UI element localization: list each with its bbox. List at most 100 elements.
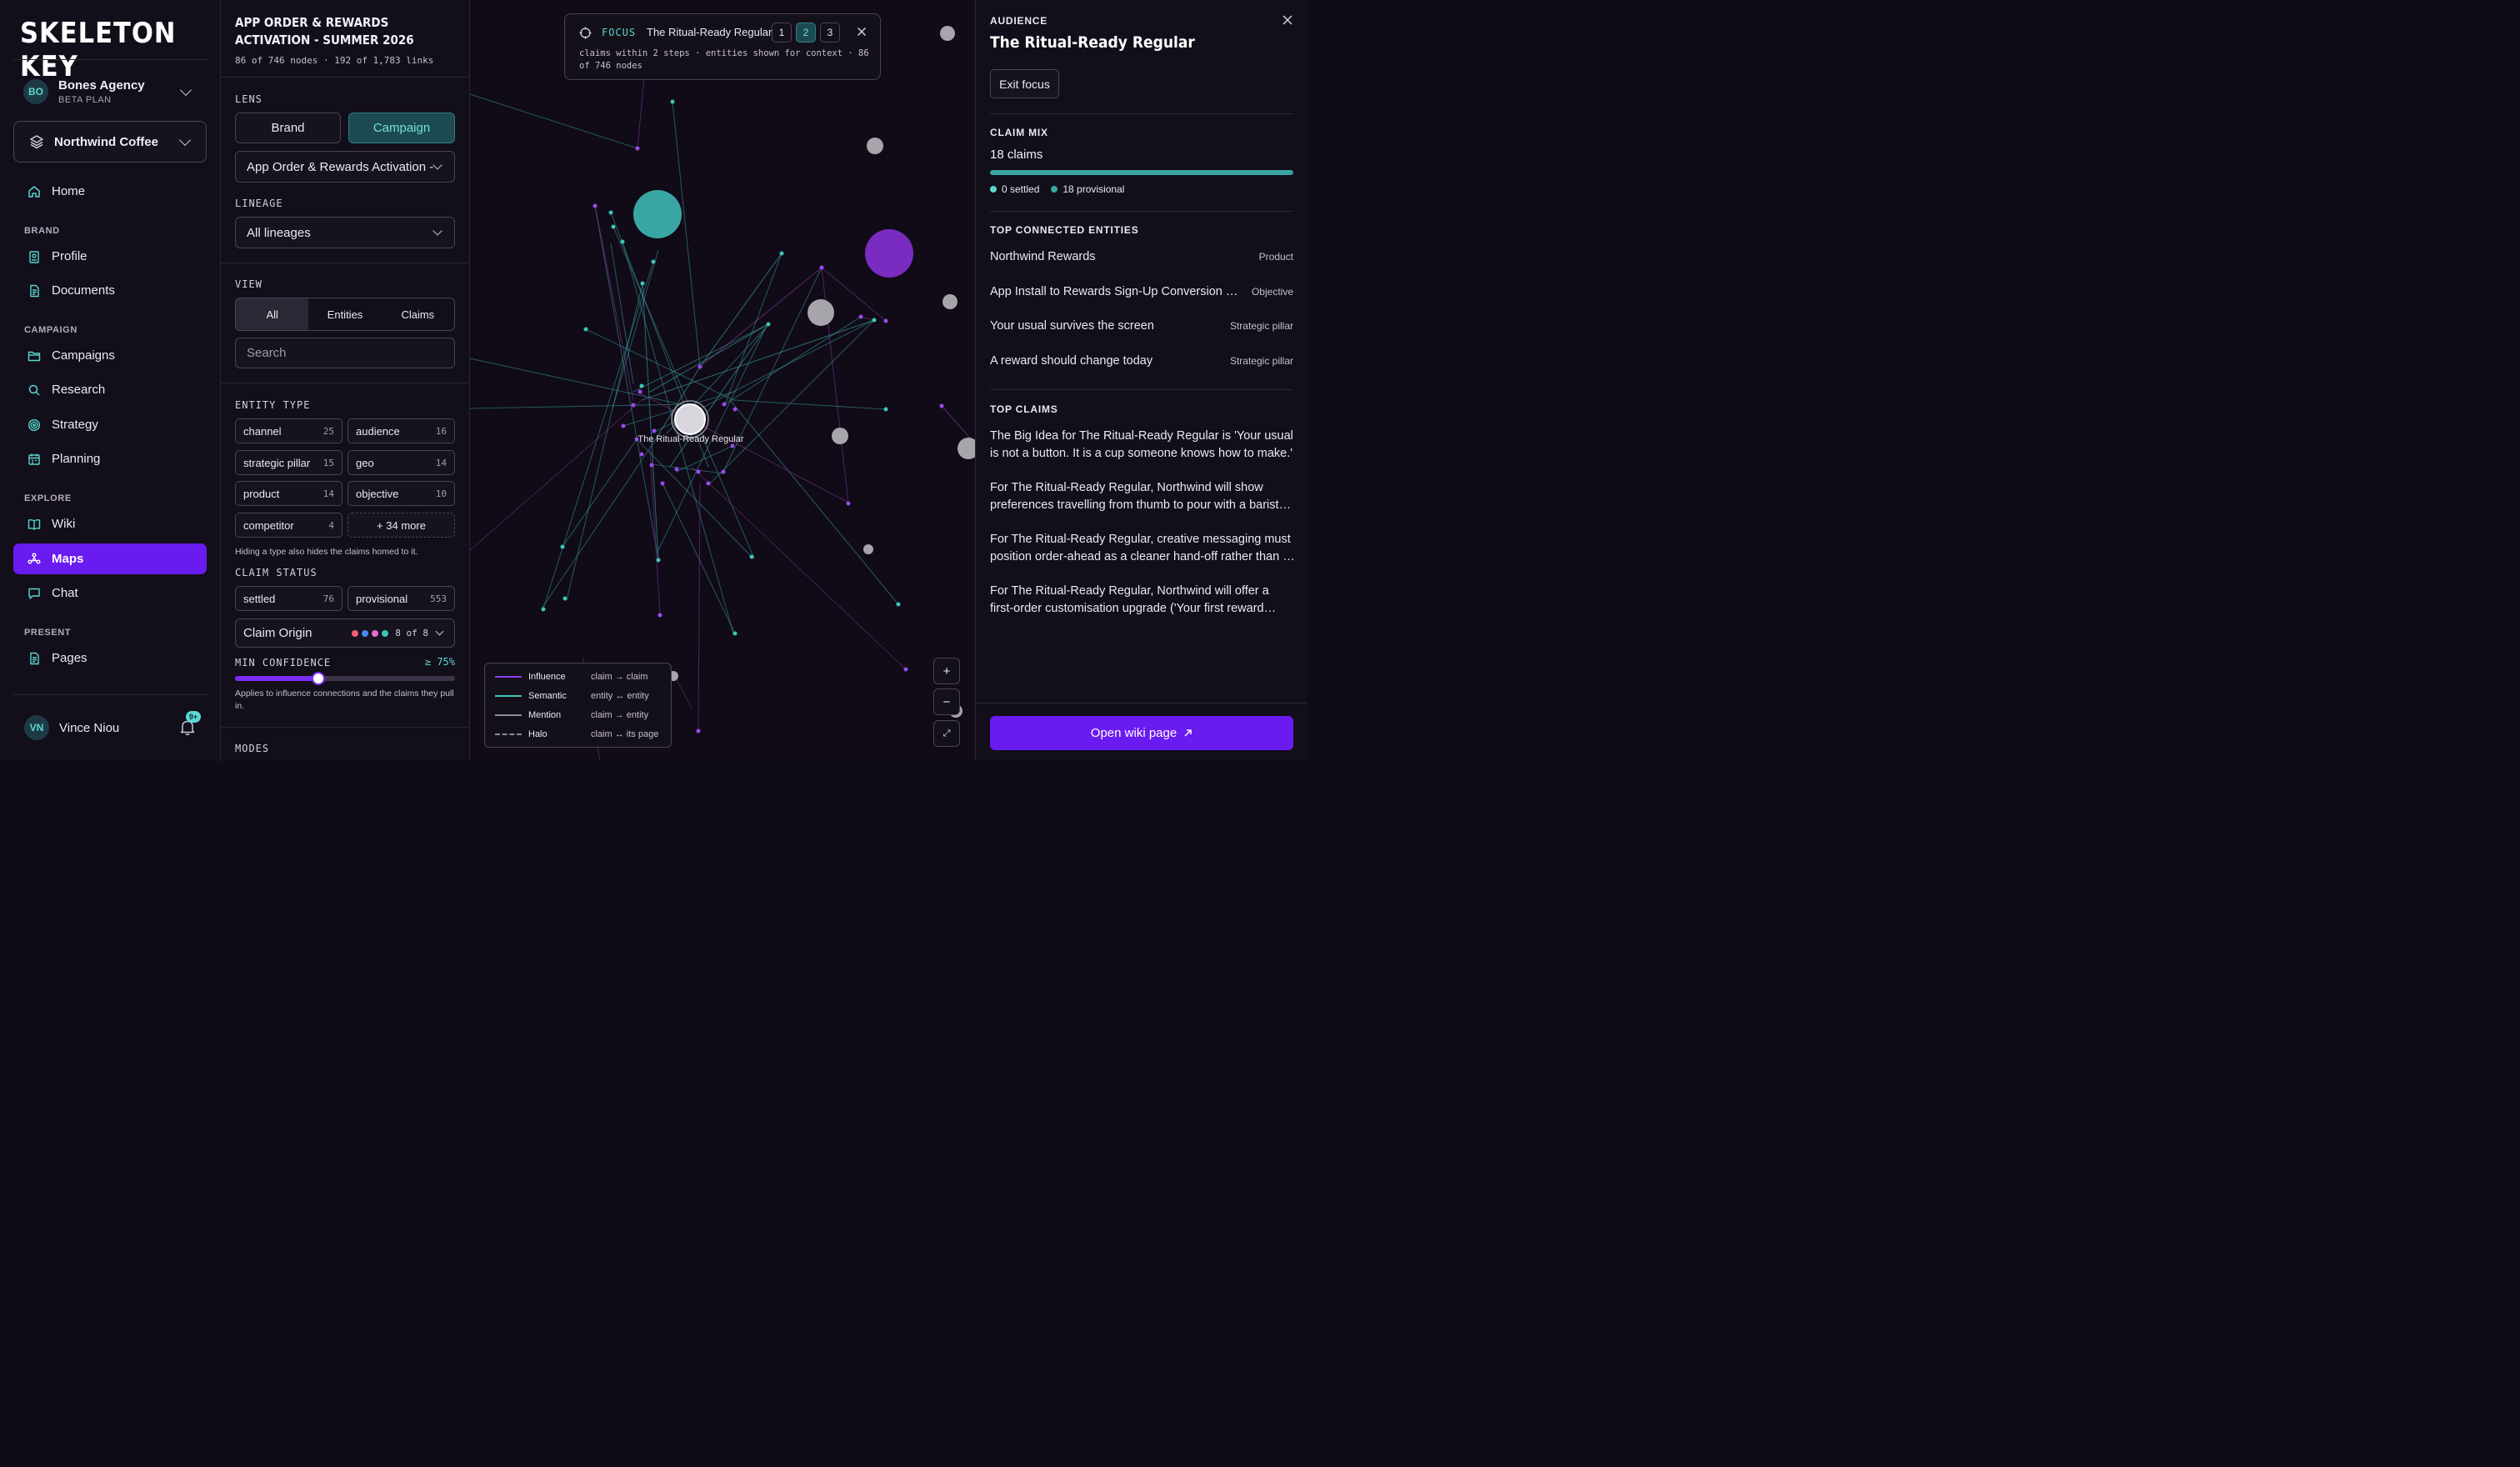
- nav-pages[interactable]: Pages: [13, 643, 207, 673]
- campaign-select[interactable]: App Order & Rewards Activation - Summer …: [235, 151, 455, 183]
- close-icon[interactable]: [1281, 13, 1294, 27]
- entity-type-chip[interactable]: audience 16: [348, 418, 455, 443]
- graph-node[interactable]: [819, 265, 824, 270]
- nav-chat[interactable]: Chat: [13, 578, 207, 608]
- graph-node[interactable]: [649, 463, 654, 468]
- fit-view-button[interactable]: ⤢: [933, 720, 960, 747]
- graph-node[interactable]: [706, 481, 711, 486]
- graph-node[interactable]: [942, 294, 958, 309]
- graph-node[interactable]: [863, 544, 873, 554]
- graph-node[interactable]: [635, 146, 640, 151]
- graph-node[interactable]: [611, 224, 616, 229]
- nav-wiki[interactable]: Wiki: [13, 508, 207, 539]
- graph-network[interactable]: The Ritual-Ready Regular: [470, 0, 975, 761]
- entity-type-more-button[interactable]: + 34 more: [348, 513, 455, 538]
- view-all-tab[interactable]: All: [236, 298, 309, 330]
- graph-node[interactable]: [639, 383, 644, 388]
- graph-node[interactable]: [896, 602, 901, 607]
- graph-node[interactable]: [940, 26, 955, 41]
- focus-node[interactable]: [674, 403, 706, 435]
- graph-node[interactable]: [698, 364, 702, 369]
- graph-node[interactable]: [721, 469, 726, 474]
- graph-node[interactable]: [872, 318, 877, 323]
- graph-node[interactable]: [583, 327, 588, 332]
- claim-item[interactable]: For The Ritual-Ready Regular, creative m…: [990, 531, 1295, 566]
- user-menu[interactable]: VN Vince Niou 9+: [13, 711, 207, 743]
- nav-home[interactable]: Home: [13, 176, 207, 207]
- org-switcher[interactable]: BO Bones Agency BETA PLAN: [13, 73, 207, 110]
- lens-brand-button[interactable]: Brand: [235, 113, 341, 143]
- entity-type-chip[interactable]: competitor 4: [235, 513, 342, 538]
- graph-node[interactable]: [730, 443, 735, 448]
- graph-node[interactable]: [958, 438, 975, 459]
- graph-node[interactable]: [696, 469, 701, 474]
- claim-status-chip[interactable]: settled 76: [235, 586, 342, 611]
- graph-node[interactable]: [640, 281, 645, 286]
- graph-node[interactable]: [592, 203, 598, 208]
- min-confidence-slider[interactable]: [235, 672, 455, 685]
- graph-node[interactable]: [832, 428, 848, 444]
- graph-node[interactable]: [883, 318, 888, 323]
- graph-node[interactable]: [846, 501, 851, 506]
- graph-node[interactable]: [779, 251, 784, 256]
- graph-node[interactable]: [749, 554, 754, 559]
- view-claims-tab[interactable]: Claims: [382, 298, 454, 330]
- claim-item[interactable]: For The Ritual-Ready Regular, Northwind …: [990, 479, 1295, 514]
- nav-strategy[interactable]: Strategy: [13, 409, 207, 440]
- close-icon[interactable]: [855, 25, 868, 38]
- graph-node[interactable]: [541, 607, 546, 612]
- graph-node[interactable]: [766, 322, 771, 327]
- nav-planning[interactable]: Planning: [13, 443, 207, 474]
- exit-focus-button[interactable]: Exit focus: [990, 69, 1059, 98]
- graph-node[interactable]: [670, 99, 675, 104]
- search-input[interactable]: [235, 338, 455, 368]
- claim-origin-select[interactable]: Claim Origin 8 of 8: [235, 618, 455, 648]
- graph-node[interactable]: [696, 728, 701, 734]
- graph-node[interactable]: [639, 452, 644, 457]
- graph-node[interactable]: [722, 402, 727, 407]
- hop-2-button[interactable]: 2: [796, 23, 816, 43]
- graph-node[interactable]: [867, 138, 883, 154]
- knowledge-graph-canvas[interactable]: The Ritual-Ready Regular: [470, 0, 975, 761]
- graph-node[interactable]: [608, 210, 613, 215]
- slider-thumb[interactable]: [312, 672, 326, 685]
- connected-entity[interactable]: App Install to Rewards Sign-Up Conversio…: [990, 283, 1293, 300]
- notifications-button[interactable]: 9+: [178, 711, 201, 738]
- hop-3-button[interactable]: 3: [820, 23, 840, 43]
- graph-node[interactable]: [638, 389, 642, 394]
- entity-type-chip[interactable]: objective 10: [348, 481, 455, 506]
- graph-node[interactable]: [656, 558, 661, 563]
- graph-node[interactable]: [808, 299, 834, 326]
- connected-entity[interactable]: Your usual survives the screen Strategic …: [990, 318, 1293, 334]
- connected-entity[interactable]: Northwind Rewards Product: [990, 248, 1293, 265]
- graph-node[interactable]: [631, 403, 636, 408]
- graph-node[interactable]: [660, 481, 665, 486]
- graph-node[interactable]: [732, 631, 738, 636]
- graph-node[interactable]: [633, 190, 682, 238]
- graph-node[interactable]: [620, 239, 625, 244]
- claim-status-chip[interactable]: provisional 553: [348, 586, 455, 611]
- graph-node[interactable]: [652, 428, 657, 433]
- lineage-select[interactable]: All lineages: [235, 217, 455, 248]
- open-wiki-button[interactable]: Open wiki page: [990, 716, 1293, 750]
- entity-type-chip[interactable]: channel 25: [235, 418, 342, 443]
- view-entities-tab[interactable]: Entities: [308, 298, 381, 330]
- nav-profile[interactable]: Profile: [13, 241, 207, 272]
- graph-node[interactable]: [560, 544, 565, 549]
- graph-node[interactable]: [674, 467, 679, 472]
- graph-node[interactable]: [865, 229, 913, 278]
- claim-item[interactable]: The Big Idea for The Ritual-Ready Regula…: [990, 428, 1295, 463]
- entity-type-chip[interactable]: strategic pillar 15: [235, 450, 342, 475]
- zoom-in-button[interactable]: +: [933, 658, 960, 684]
- graph-node[interactable]: [858, 314, 863, 319]
- graph-node[interactable]: [651, 259, 656, 264]
- graph-node[interactable]: [562, 596, 568, 601]
- nav-maps[interactable]: Maps: [13, 543, 207, 574]
- connected-entity[interactable]: A reward should change today Strategic pi…: [990, 353, 1293, 369]
- nav-research[interactable]: Research: [13, 374, 207, 405]
- graph-node[interactable]: [939, 403, 944, 408]
- graph-node[interactable]: [883, 407, 888, 412]
- graph-node[interactable]: [903, 667, 908, 672]
- client-switcher[interactable]: Northwind Coffee: [13, 121, 207, 163]
- lens-campaign-button[interactable]: Campaign: [348, 113, 455, 143]
